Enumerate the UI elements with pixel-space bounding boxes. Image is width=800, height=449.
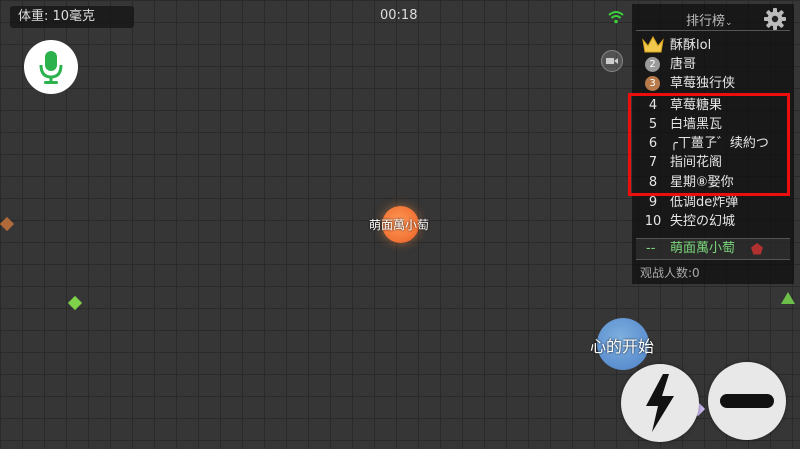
pentagon-icon	[751, 243, 763, 255]
wifi-icon	[608, 11, 624, 24]
leaderboard-title-text: 排行榜	[686, 14, 726, 29]
self-name: 萌面萬小萄	[670, 241, 736, 256]
leaderboard-row: 2 唐哥	[640, 55, 790, 74]
player-name: 唐哥	[670, 57, 697, 72]
camera-icon	[606, 58, 618, 64]
food-pellet	[67, 295, 83, 311]
player-name: 酥酥lol	[670, 38, 712, 53]
voice-chat-button[interactable]	[24, 40, 78, 94]
player-name: 草莓独行侠	[670, 76, 736, 91]
food-pellet	[781, 292, 795, 304]
game-timer: 00:18	[380, 8, 418, 23]
self-rank-row: -- 萌面萬小萄	[636, 238, 790, 260]
spectator-count: 观战人数:0	[640, 266, 700, 280]
food-pellet	[0, 216, 15, 232]
leaderboard-title[interactable]: 排行榜⌄	[686, 10, 733, 29]
self-rank: --	[646, 241, 656, 256]
rank-badge: 2	[645, 57, 660, 72]
leaderboard-divider	[636, 30, 790, 31]
lightning-icon	[646, 374, 674, 432]
opponent-cell-name: 心的开始	[590, 337, 655, 356]
mic-icon	[39, 51, 63, 84]
rank-number: 10	[644, 214, 662, 229]
highlight-box	[628, 93, 790, 196]
leaderboard-row: 3 草莓独行侠	[640, 74, 790, 93]
split-icon	[720, 394, 774, 408]
weight-display: 体重: 10毫克	[10, 6, 134, 28]
player-name: 失控の幻城	[670, 214, 736, 229]
player-cell-name: 萌面萬小萄	[369, 218, 430, 232]
boost-button[interactable]	[621, 364, 699, 442]
gear-icon[interactable]	[764, 8, 786, 30]
rank-badge: 3	[645, 76, 660, 91]
split-button[interactable]	[708, 362, 786, 440]
chevron-down-icon: ⌄	[725, 18, 733, 28]
camera-button[interactable]	[601, 50, 623, 72]
crown-icon	[642, 36, 664, 53]
leaderboard-row: 10 失控の幻城	[640, 212, 790, 231]
leaderboard-row: 酥酥lol	[640, 36, 790, 55]
